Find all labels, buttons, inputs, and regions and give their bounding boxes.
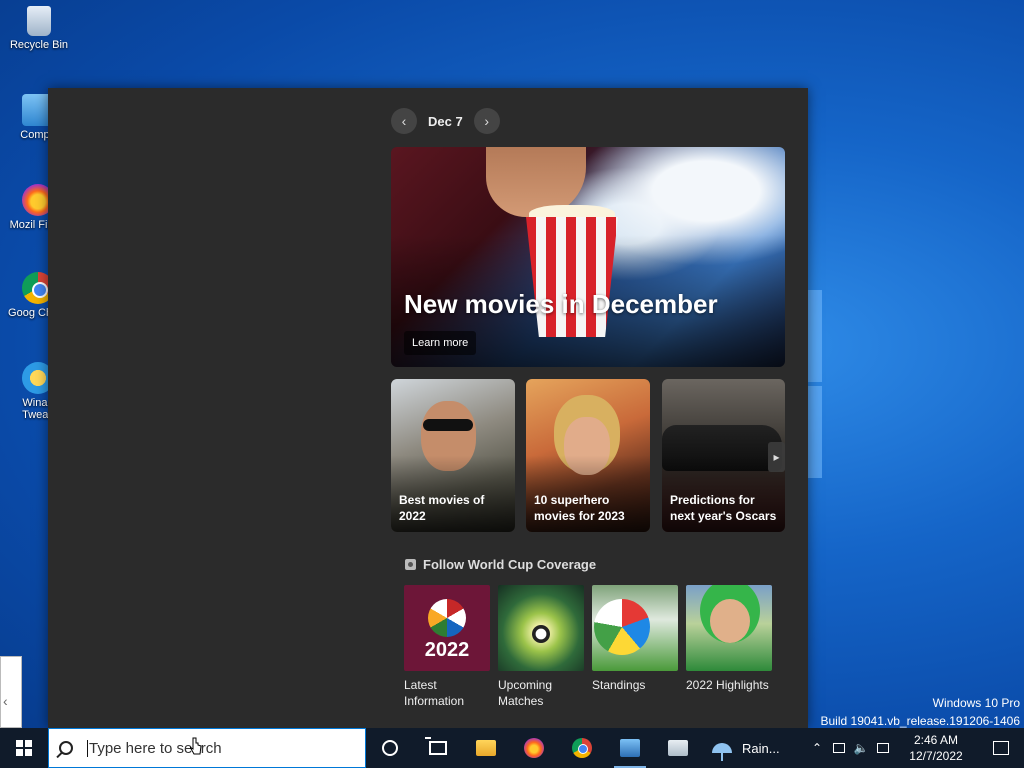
soccer-ball-icon bbox=[594, 599, 650, 655]
taskbar-search-box[interactable]: Type here to search bbox=[48, 728, 366, 768]
windows-logo-beam bbox=[808, 386, 822, 478]
weather-text: Rain... bbox=[742, 740, 780, 756]
card-caption: 10 superhero movies for 2023 bbox=[534, 493, 625, 523]
card-best-movies[interactable]: Best movies of 2022 bbox=[391, 379, 515, 532]
firefox-icon bbox=[524, 738, 544, 758]
hero-card[interactable]: New movies in December Learn more bbox=[391, 147, 785, 367]
card-oscars-predictions[interactable]: Predictions for next year's Oscars bbox=[662, 379, 785, 532]
network-app-taskbar-button[interactable] bbox=[606, 728, 654, 768]
cortana-button[interactable] bbox=[366, 728, 414, 768]
date-label: Dec 7 bbox=[428, 113, 463, 129]
system-tray: ⌃ 🔈 2:46 AM 12/7/2022 bbox=[806, 728, 1024, 768]
clock-button[interactable]: 2:46 AM 12/7/2022 bbox=[894, 732, 978, 764]
windows-logo-beam bbox=[808, 290, 822, 382]
chevron-right-icon: ▸ bbox=[773, 450, 780, 464]
previous-day-button[interactable]: ‹ bbox=[391, 108, 417, 134]
monitor-icon bbox=[668, 740, 688, 756]
chrome-taskbar-button[interactable] bbox=[558, 728, 606, 768]
tile-label: Standings bbox=[592, 678, 646, 692]
news-widgets-panel: ‹ Dec 7 › New movies in December Learn m… bbox=[48, 88, 808, 728]
cards-next-button[interactable]: ▸ bbox=[768, 442, 785, 472]
network-icon bbox=[877, 743, 889, 753]
search-icon bbox=[59, 741, 73, 755]
mouse-cursor-icon bbox=[190, 737, 202, 755]
desktop-icon-label: Recycle Bin bbox=[9, 39, 69, 51]
soccer-ball-icon bbox=[405, 559, 416, 570]
soccer-ball-icon bbox=[428, 599, 466, 637]
watermark-edition: Windows 10 Pro bbox=[932, 696, 1020, 710]
recycle-bin-icon bbox=[27, 6, 51, 36]
soccer-ball-icon bbox=[532, 625, 550, 643]
clock-time: 2:46 AM bbox=[913, 733, 959, 747]
chevron-up-icon: ⌃ bbox=[811, 741, 823, 755]
device-tray-button[interactable] bbox=[828, 728, 850, 768]
worldcup-header-label: Follow World Cup Coverage bbox=[423, 557, 597, 572]
card-caption: Predictions for next year's Oscars bbox=[670, 493, 777, 523]
speaker-icon: 🔈 bbox=[853, 741, 869, 755]
tile-image bbox=[498, 585, 584, 671]
firefox-taskbar-button[interactable] bbox=[510, 728, 558, 768]
monitor-app-taskbar-button[interactable] bbox=[654, 728, 702, 768]
network-computer-icon bbox=[620, 739, 640, 757]
start-button[interactable] bbox=[0, 728, 48, 768]
tile-upcoming-matches[interactable]: Upcoming Matches bbox=[498, 585, 584, 709]
notification-icon bbox=[993, 741, 1009, 755]
windows-watermark: Windows 10 Pro Build 19041.vb_release.19… bbox=[821, 694, 1021, 730]
fan-image bbox=[710, 599, 750, 643]
folder-icon bbox=[476, 740, 496, 756]
learn-more-button[interactable]: Learn more bbox=[404, 331, 477, 355]
chevron-left-icon: ‹ bbox=[3, 693, 8, 709]
show-hidden-icons-button[interactable]: ⌃ bbox=[806, 728, 828, 768]
umbrella-rain-icon bbox=[712, 743, 732, 761]
weather-widget-button[interactable]: Rain... bbox=[702, 728, 790, 768]
task-view-button[interactable] bbox=[414, 728, 462, 768]
tile-image bbox=[592, 585, 678, 671]
tile-label: Latest Information bbox=[404, 678, 465, 708]
date-navigator: ‹ Dec 7 › bbox=[391, 108, 500, 134]
tile-label: 2022 Highlights bbox=[686, 678, 769, 692]
tile-latest-information[interactable]: 2022 Latest Information bbox=[404, 585, 490, 709]
next-day-button[interactable]: › bbox=[473, 108, 500, 134]
tile-image bbox=[686, 585, 772, 671]
chevron-right-icon: › bbox=[484, 113, 490, 129]
taskbar: Type here to search Rain... ⌃ 🔈 2:46 AM … bbox=[0, 728, 1024, 768]
volume-button[interactable]: 🔈 bbox=[850, 728, 872, 768]
desktop-icon-recycle-bin[interactable]: Recycle Bin bbox=[6, 6, 72, 51]
action-center-button[interactable] bbox=[978, 728, 1024, 768]
clock-date: 12/7/2022 bbox=[909, 749, 963, 763]
partial-window[interactable]: ‹ bbox=[0, 656, 22, 728]
chrome-icon bbox=[572, 738, 592, 758]
card-caption: Best movies of 2022 bbox=[399, 493, 485, 523]
chevron-left-icon: ‹ bbox=[401, 113, 407, 129]
card-superhero-movies[interactable]: 10 superhero movies for 2023 bbox=[526, 379, 650, 532]
network-button[interactable] bbox=[872, 728, 894, 768]
windows-logo-icon bbox=[16, 740, 32, 756]
device-icon bbox=[833, 743, 845, 753]
cortana-icon bbox=[382, 740, 398, 756]
tile-image: 2022 bbox=[404, 585, 490, 671]
hero-title: New movies in December bbox=[404, 289, 718, 319]
tile-2022-highlights[interactable]: 2022 Highlights bbox=[686, 585, 772, 693]
tile-standings[interactable]: Standings bbox=[592, 585, 678, 693]
tile-year: 2022 bbox=[424, 639, 470, 661]
tile-label: Upcoming Matches bbox=[498, 678, 553, 708]
worldcup-section-header[interactable]: Follow World Cup Coverage bbox=[405, 557, 596, 572]
file-explorer-button[interactable] bbox=[462, 728, 510, 768]
task-view-icon bbox=[425, 737, 447, 755]
